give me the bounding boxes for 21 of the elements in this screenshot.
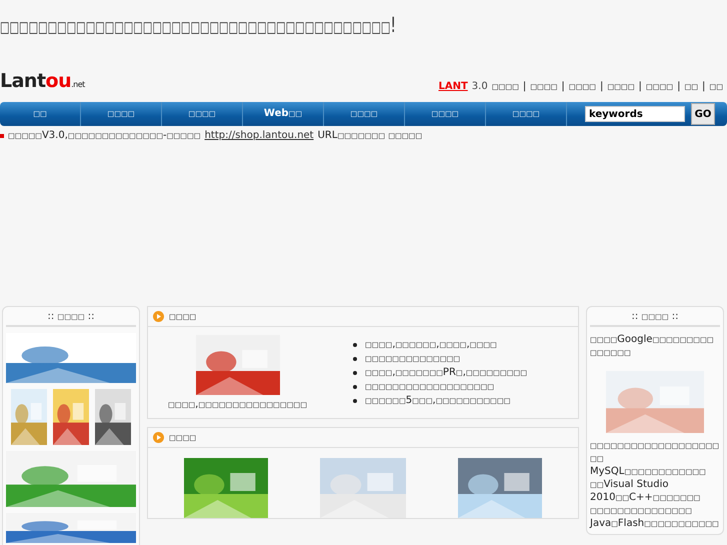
version-label: 3.0 (472, 81, 488, 92)
bullet-icon (353, 398, 358, 402)
brand-link[interactable]: LANT (438, 81, 468, 92)
bullet-icon (353, 356, 358, 360)
bullet-icon (353, 342, 358, 346)
bullet-icon (353, 384, 358, 388)
link-separator: | (677, 81, 680, 92)
bullet-icon (353, 370, 358, 374)
link-separator: | (638, 81, 642, 92)
headline: □□□□□□□□□□□□□□□□□□□□□□□□□□□□□□□□□□□□□□□□□! (0, 14, 396, 38)
logo: Lantou.net (0, 70, 85, 92)
link-separator: | (522, 81, 526, 92)
shop-link[interactable]: http://shop.lantou.net (204, 130, 314, 141)
bullet-icon (0, 134, 4, 138)
bullet-icon (153, 311, 164, 322)
link-separator: | (561, 81, 565, 92)
go-button[interactable]: GO (691, 103, 715, 125)
search-field[interactable]: keywords (585, 106, 685, 122)
link-separator: | (600, 81, 604, 92)
bullet-icon (153, 432, 164, 443)
link-separator: | (702, 81, 706, 92)
